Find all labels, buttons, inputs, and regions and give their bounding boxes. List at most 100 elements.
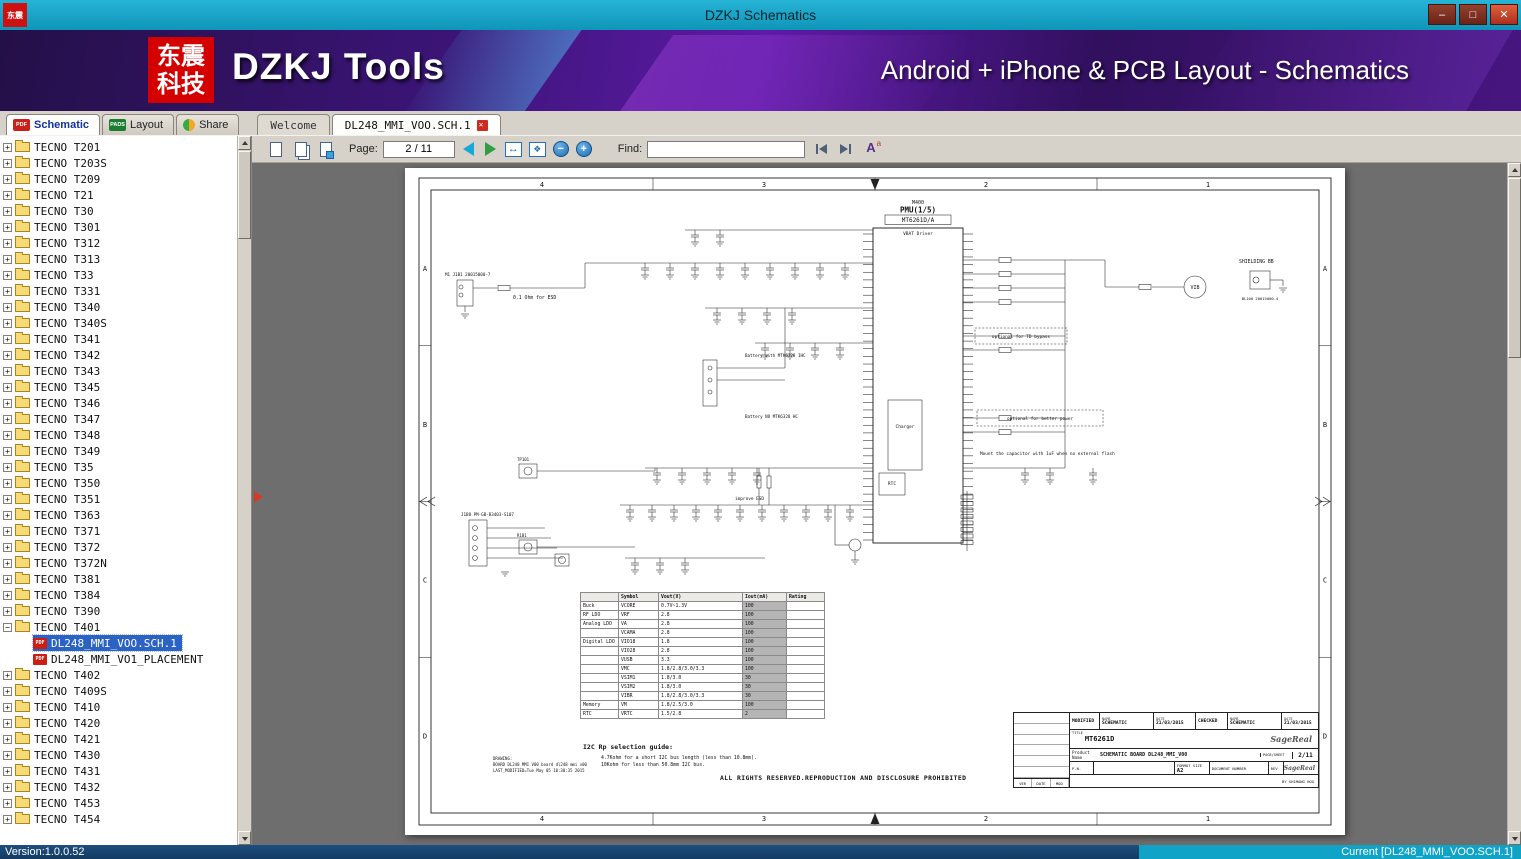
expand-icon[interactable]: + <box>3 286 12 296</box>
expand-icon[interactable]: + <box>3 382 12 392</box>
expand-icon[interactable]: + <box>3 318 12 328</box>
minimize-button[interactable]: – <box>1428 4 1456 25</box>
tree-folder[interactable]: + TECNO T381 <box>3 571 105 587</box>
bookmark-marker-icon[interactable] <box>254 491 263 503</box>
tree-folder[interactable]: + TECNO T35 <box>3 459 99 475</box>
tree-folder[interactable]: + TECNO T340S <box>3 315 112 331</box>
tree-folder[interactable]: + TECNO T371 <box>3 523 105 539</box>
expand-icon[interactable]: + <box>3 158 12 168</box>
expand-icon[interactable]: + <box>3 206 12 216</box>
tab-share[interactable]: Share <box>176 114 240 135</box>
tree-folder[interactable]: + TECNO T312 <box>3 235 105 251</box>
tree-folder[interactable]: + TECNO T402 <box>3 667 105 683</box>
tree-folder[interactable]: + TECNO T340 <box>3 299 105 315</box>
maximize-button[interactable]: □ <box>1459 4 1487 25</box>
expand-icon[interactable]: + <box>3 702 12 712</box>
expand-icon[interactable]: + <box>3 446 12 456</box>
tree-folder[interactable]: − TECNO T401 <box>3 619 105 635</box>
expand-icon[interactable]: + <box>3 782 12 792</box>
tab-document-active[interactable]: DL248_MMI_VOO.SCH.1 <box>331 114 501 135</box>
tree-folder[interactable]: + TECNO T343 <box>3 363 105 379</box>
tree-folder[interactable]: + TECNO T331 <box>3 283 105 299</box>
scroll-up-icon[interactable] <box>1508 163 1521 177</box>
tree-folder[interactable]: + TECNO T347 <box>3 411 105 427</box>
expand-icon[interactable]: + <box>3 302 12 312</box>
tab-close-icon[interactable] <box>476 119 488 131</box>
next-page-icon[interactable] <box>484 142 496 156</box>
expand-icon[interactable]: − <box>3 622 12 632</box>
previous-page-icon[interactable] <box>462 142 474 156</box>
tree-folder[interactable]: + TECNO T390 <box>3 603 105 619</box>
schematic-canvas[interactable]: 4 4 3 3 2 2 1 1 A A B B C C D D M400 PMU(1/5) MT6261D/A VBA… <box>252 163 1521 845</box>
expand-icon[interactable]: + <box>3 526 12 536</box>
tree-folder[interactable]: + TECNO T30 <box>3 203 99 219</box>
expand-icon[interactable]: + <box>3 510 12 520</box>
tree-folder[interactable]: + TECNO T341 <box>3 331 105 347</box>
fit-page-icon[interactable] <box>528 141 546 157</box>
scroll-up-icon[interactable] <box>238 136 251 150</box>
zoom-in-icon[interactable] <box>575 141 592 157</box>
tree-folder[interactable]: + TECNO T372N <box>3 555 112 571</box>
expand-icon[interactable]: + <box>3 334 12 344</box>
tree-folder[interactable]: + TECNO T431 <box>3 763 105 779</box>
expand-icon[interactable]: + <box>3 238 12 248</box>
expand-icon[interactable]: + <box>3 590 12 600</box>
expand-icon[interactable]: + <box>3 574 12 584</box>
expand-icon[interactable]: + <box>3 798 12 808</box>
snapshot-icon[interactable] <box>316 139 336 159</box>
tree-folder[interactable]: + TECNO T301 <box>3 219 105 235</box>
tree-folder[interactable]: + TECNO T21 <box>3 187 99 203</box>
expand-icon[interactable]: + <box>3 414 12 424</box>
tree-folder[interactable]: + TECNO T454 <box>3 811 105 827</box>
expand-icon[interactable]: + <box>3 222 12 232</box>
scroll-down-icon[interactable] <box>1508 831 1521 845</box>
tree-folder[interactable]: + TECNO T33 <box>3 267 99 283</box>
zoom-out-icon[interactable] <box>552 141 569 157</box>
page-thumbnail-icon[interactable] <box>266 139 286 159</box>
expand-icon[interactable]: + <box>3 494 12 504</box>
find-input[interactable] <box>647 140 806 158</box>
expand-icon[interactable]: + <box>3 750 12 760</box>
tree-file[interactable]: PDF DL248_MMI_VO1_PLACEMENT <box>33 651 208 667</box>
expand-icon[interactable]: + <box>3 686 12 696</box>
tree-folder[interactable]: + TECNO T420 <box>3 715 105 731</box>
scroll-down-icon[interactable] <box>238 831 251 845</box>
expand-icon[interactable]: + <box>3 398 12 408</box>
page-input[interactable] <box>382 140 455 158</box>
tree-folder[interactable]: + TECNO T409S <box>3 683 112 699</box>
canvas-scrollbar[interactable] <box>1507 163 1521 845</box>
expand-icon[interactable]: + <box>3 254 12 264</box>
tab-schematic[interactable]: PDF Schematic <box>6 114 101 135</box>
scroll-thumb[interactable] <box>1508 178 1521 358</box>
tab-layout[interactable]: PADS Layout <box>102 114 175 135</box>
tree-folder[interactable]: + TECNO T313 <box>3 251 105 267</box>
expand-icon[interactable]: + <box>3 814 12 824</box>
tree-folder[interactable]: + TECNO T342 <box>3 347 105 363</box>
scroll-thumb[interactable] <box>238 151 251 239</box>
tree-folder[interactable]: + TECNO T430 <box>3 747 105 763</box>
expand-icon[interactable]: + <box>3 174 12 184</box>
expand-icon[interactable]: + <box>3 734 12 744</box>
tree-folder[interactable]: + TECNO T363 <box>3 507 105 523</box>
tree-folder[interactable]: + TECNO T203S <box>3 155 112 171</box>
expand-icon[interactable]: + <box>3 142 12 152</box>
find-next-icon[interactable] <box>838 142 853 156</box>
sidebar-scrollbar[interactable] <box>237 136 251 845</box>
expand-icon[interactable]: + <box>3 462 12 472</box>
copy-page-icon[interactable] <box>291 139 311 159</box>
tree-folder[interactable]: + TECNO T209 <box>3 171 105 187</box>
tree-folder[interactable]: + TECNO T348 <box>3 427 105 443</box>
tree-folder[interactable]: + TECNO T346 <box>3 395 105 411</box>
fit-width-icon[interactable] <box>504 141 522 157</box>
expand-icon[interactable]: + <box>3 670 12 680</box>
find-previous-icon[interactable] <box>814 142 829 156</box>
tree-folder[interactable]: + TECNO T351 <box>3 491 105 507</box>
expand-icon[interactable]: + <box>3 350 12 360</box>
tree-folder[interactable]: + TECNO T410 <box>3 699 105 715</box>
font-size-icon[interactable] <box>866 140 881 158</box>
expand-icon[interactable]: + <box>3 542 12 552</box>
tree-folder[interactable]: + TECNO T384 <box>3 587 105 603</box>
tree-folder[interactable]: + TECNO T345 <box>3 379 105 395</box>
tree-folder[interactable]: + TECNO T432 <box>3 779 105 795</box>
expand-icon[interactable]: + <box>3 558 12 568</box>
